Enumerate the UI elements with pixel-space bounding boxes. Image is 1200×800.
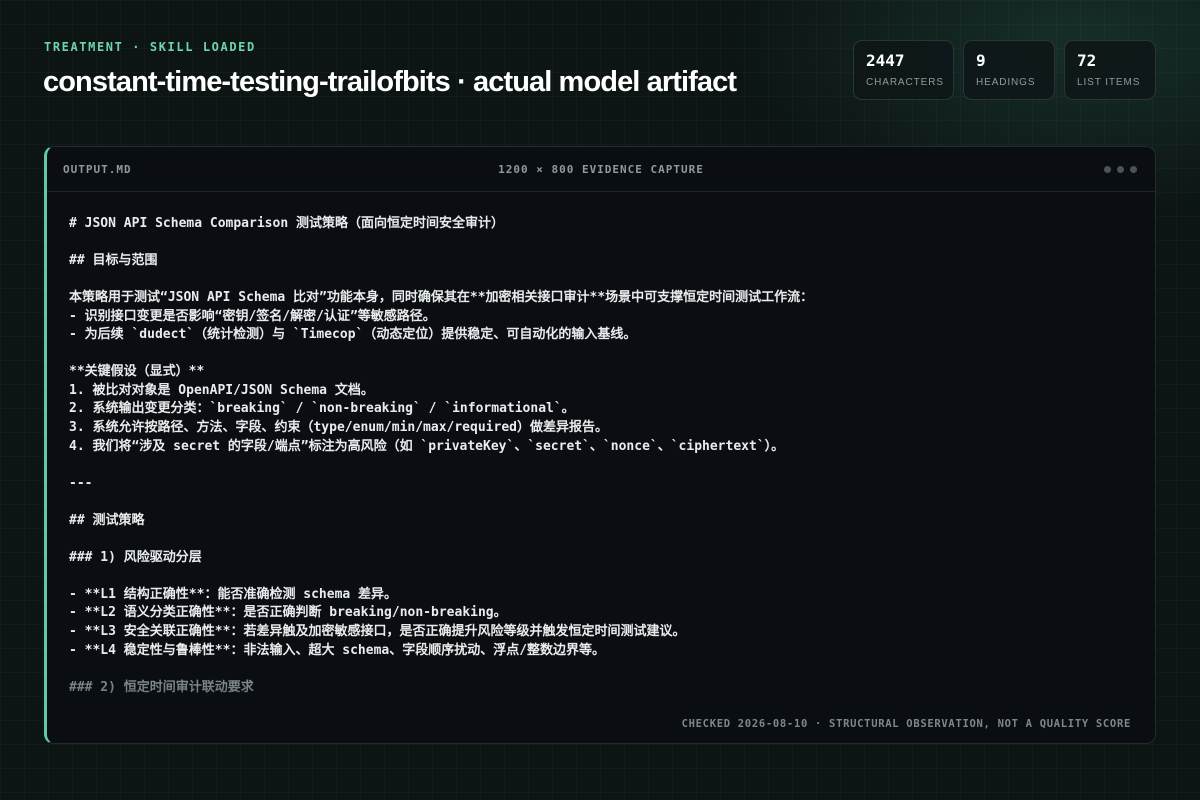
stats-group: 2447 CHARACTERS 9 HEADINGS 72 LIST ITEMS <box>853 40 1156 100</box>
content-line: # JSON API Schema Comparison 测试策略（面向恒定时间… <box>69 216 504 231</box>
dot <box>1104 166 1111 173</box>
stat-value: 2447 <box>866 51 905 70</box>
stat-value: 9 <box>976 51 986 70</box>
content-line <box>69 456 1135 475</box>
content-line <box>69 493 1135 512</box>
content-line <box>69 345 1135 364</box>
content-line: ## 目标与范围 <box>69 253 158 269</box>
more-dots-icon[interactable] <box>1104 166 1137 173</box>
dot <box>1117 166 1124 173</box>
content-line <box>69 234 1135 253</box>
stat-label: CHARACTERS <box>866 77 944 88</box>
content-line: - 识别接口变更是否影响“密钥/签名/解密/认证”等敏感路径。 <box>69 308 436 324</box>
content-line: --- <box>69 475 93 491</box>
stat-value: 72 <box>1077 51 1097 70</box>
content-line: - **L1 结构正确性**：能否准确检测 schema 差异。 <box>69 586 398 602</box>
content-line: 4. 我们将“涉及 secret 的字段/端点”标注为高风险（如 `privat… <box>69 438 785 454</box>
dot <box>1130 166 1137 173</box>
panel-header: OUTPUT.MD 1200 × 800 EVIDENCE CAPTURE <box>47 147 1155 192</box>
panel-caption: 1200 × 800 EVIDENCE CAPTURE <box>498 163 704 176</box>
stat-card-list-items: 72 LIST ITEMS <box>1064 40 1156 100</box>
content-line: ### 1) 风险驱动分层 <box>69 549 202 565</box>
content-line: - **L4 稳定性与鲁棒性**：非法输入、超大 schema、字段顺序扰动、浮… <box>69 642 606 658</box>
page-title: constant-time-testing-trailofbits · actu… <box>43 66 737 98</box>
output-panel: OUTPUT.MD 1200 × 800 EVIDENCE CAPTURE # … <box>44 146 1156 744</box>
panel-footer: CHECKED 2026-08-10 · STRUCTURAL OBSERVAT… <box>681 718 1131 730</box>
content-line: 2. 系统输出变更分类：`breaking` / `non-breaking` … <box>69 401 575 417</box>
stat-card-headings: 9 HEADINGS <box>963 40 1055 100</box>
content-line: - **L3 安全关联正确性**：若差异触及加密敏感接口，是否正确提升风险等级并… <box>69 624 686 640</box>
content-line: 1. 被比对对象是 OpenAPI/JSON Schema 文档。 <box>69 382 374 398</box>
content-line: ## 测试策略 <box>69 512 145 528</box>
content-line: - 为后续 `dudect`（统计检测）与 `Timecop`（动态定位）提供稳… <box>69 327 637 343</box>
stat-label: HEADINGS <box>976 77 1036 88</box>
content-line: **关键假设（显式）** <box>69 364 205 380</box>
markdown-content: # JSON API Schema Comparison 测试策略（面向恒定时间… <box>69 215 1135 697</box>
stat-label: LIST ITEMS <box>1077 77 1141 88</box>
content-line <box>69 271 1135 290</box>
content-line <box>69 567 1135 586</box>
content-line <box>69 530 1135 549</box>
stat-card-characters: 2447 CHARACTERS <box>853 40 954 100</box>
content-line: 本策略用于测试“JSON API Schema 比对”功能本身，同时确保其在**… <box>69 290 814 306</box>
content-line: ### 2) 恒定时间审计联动要求 <box>69 679 254 695</box>
content-line <box>69 660 1135 679</box>
content-line: 3. 系统允许按路径、方法、字段、约束（type/enum/min/max/re… <box>69 420 608 436</box>
content-line: - **L2 语义分类正确性**：是否正确判断 breaking/non-bre… <box>69 605 507 621</box>
eyebrow-label: TREATMENT · SKILL LOADED <box>44 40 256 54</box>
